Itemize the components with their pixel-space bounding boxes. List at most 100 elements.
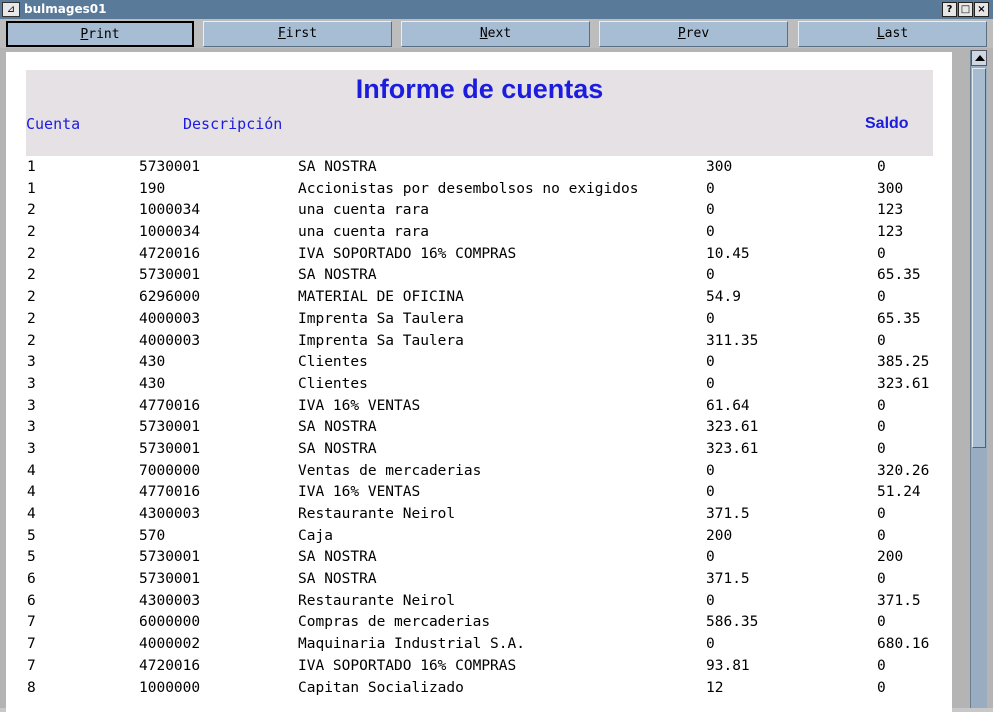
cell-subcuenta: 5730001 [139,159,201,175]
maximize-icon[interactable]: □ [958,2,973,17]
last-button[interactable]: Last [798,21,987,47]
cell-debe: 0 [706,375,715,392]
app-window-icon[interactable]: ⊿ [2,2,20,17]
cell-debe: 61.64 [706,397,750,414]
cell-saldo: 65.35 [877,310,921,327]
table-row: 2 1000034 una cuenta rara 0 123 [26,199,952,221]
scroll-up-button[interactable] [971,50,987,66]
table-row: 4 7000000 Ventas de mercaderias 0 320.26 [26,460,952,482]
cell-debe: 323.61 [706,440,759,457]
cell-descripcion: MATERIAL DE OFICINA [298,289,464,306]
cell-cuenta: 4 [27,484,36,501]
cell-descripcion: IVA SOPORTADO 16% COMPRAS [298,657,517,674]
cell-debe: 93.81 [706,657,750,674]
cell-saldo: 0 [877,571,886,588]
cell-debe: 0 [706,462,715,479]
cell-descripcion: una cuenta rara [298,224,429,241]
cell-descripcion: una cuenta rara [298,202,429,219]
cell-saldo: 0 [877,397,886,414]
cell-saldo: 51.24 [877,484,921,501]
cell-subcuenta: 5730001 [139,267,201,284]
table-row: 1 190 Accionistas por desembolsos no exigi… [26,178,952,200]
next-mnemonic: N [479,26,488,41]
cell-subcuenta: 4000003 [139,310,201,327]
cell-descripcion: IVA 16% VENTAS [298,397,421,414]
cell-debe: 0 [706,636,715,653]
cell-cuenta: 1 [27,159,36,175]
cell-subcuenta: 5730001 [139,549,201,566]
scrollbar-thumb[interactable] [972,68,986,448]
table-row: 3 430 Clientes 0 385.25 [26,351,952,373]
cell-debe: 200 [706,527,733,544]
cell-saldo: 0 [877,657,886,674]
cell-saldo: 0 [877,159,886,175]
cell-descripcion: Capitan Socializado [298,679,464,696]
table-row: 7 4720016 IVA SOPORTADO 16% COMPRAS 93.81 0 [26,655,952,677]
cell-cuenta: 6 [27,592,36,609]
cell-saldo: 123 [877,202,904,219]
prev-mnemonic: P [677,26,686,41]
cell-cuenta: 2 [27,289,36,306]
report-viewport: Informe de cuentas Cuenta Descripción Sa… [0,48,993,712]
cell-subcuenta: 7000000 [139,462,201,479]
cell-subcuenta: 4300003 [139,506,201,522]
cell-saldo: 0 [877,527,886,544]
vertical-scrollbar[interactable] [970,50,987,708]
cell-debe: 0 [706,592,715,609]
cell-cuenta: 2 [27,310,36,327]
title-bar: ⊿ bulmages01 ? □ × [0,0,993,20]
help-icon[interactable]: ? [942,2,957,17]
next-button[interactable]: Next [401,21,590,47]
cell-cuenta: 2 [27,202,36,219]
cell-saldo: 323.61 [877,375,930,392]
cell-cuenta: 3 [27,397,36,414]
first-button[interactable]: First [203,21,392,47]
print-button[interactable]: Print [6,21,194,47]
cell-saldo: 371.5 [877,592,921,609]
cell-debe: 323.61 [706,419,759,436]
cell-subcuenta: 5730001 [139,419,201,436]
cell-cuenta: 7 [27,614,36,631]
cell-descripcion: IVA SOPORTADO 16% COMPRAS [298,245,517,262]
table-row: 3 4770016 IVA 16% VENTAS 61.64 0 [26,395,952,417]
first-mnemonic: F [277,26,286,41]
table-row: 5 5730001 SA NOSTRA 0 200 [26,546,952,568]
cell-subcuenta: 4720016 [139,657,201,674]
cell-descripcion: Clientes [298,354,368,371]
cell-debe: 371.5 [706,506,750,522]
cell-descripcion: Restaurante Neirol [298,592,456,609]
cell-cuenta: 5 [27,527,36,544]
table-row: 1 5730001 SA NOSTRA 300 0 [26,156,952,178]
cell-subcuenta: 5730001 [139,440,201,457]
cell-saldo: 300 [877,180,904,197]
prev-label: rev [685,26,710,41]
cell-cuenta: 1 [27,180,36,197]
close-icon[interactable]: × [974,2,989,17]
cell-subcuenta: 4770016 [139,484,201,501]
cell-debe: 300 [706,159,733,175]
prev-button[interactable]: Prev [599,21,788,47]
cell-saldo: 0 [877,289,886,306]
cell-debe: 0 [706,354,715,371]
cell-subcuenta: 1000000 [139,679,201,696]
cell-descripcion: SA NOSTRA [298,440,377,457]
cell-subcuenta: 4000002 [139,636,201,653]
navigation-toolbar: Print First Next Prev Last [0,19,993,48]
cell-debe: 586.35 [706,614,759,631]
table-row: 8 1000000 Capitan Socializado 12 0 [26,677,952,699]
cell-saldo: 320.26 [877,462,930,479]
cell-cuenta: 4 [27,506,36,522]
table-row: 4 4770016 IVA 16% VENTAS 0 51.24 [26,481,952,503]
report-header: Informe de cuentas Cuenta Descripción Sa… [26,70,933,156]
arrow-up-icon [975,55,985,61]
cell-debe: 0 [706,484,715,501]
cell-subcuenta: 4000003 [139,332,201,349]
cell-saldo: 0 [877,332,886,349]
last-mnemonic: L [876,26,885,41]
report-title: Informe de cuentas [355,74,604,104]
cell-descripcion: Restaurante Neirol [298,506,456,522]
table-row: 2 4720016 IVA SOPORTADO 16% COMPRAS 10.45 0 [26,243,952,265]
table-row: 2 4000003 Imprenta Sa Taulera 0 65.35 [26,308,952,330]
cell-descripcion: Clientes [298,375,368,392]
table-row: 3 5730001 SA NOSTRA 323.61 0 [26,438,952,460]
